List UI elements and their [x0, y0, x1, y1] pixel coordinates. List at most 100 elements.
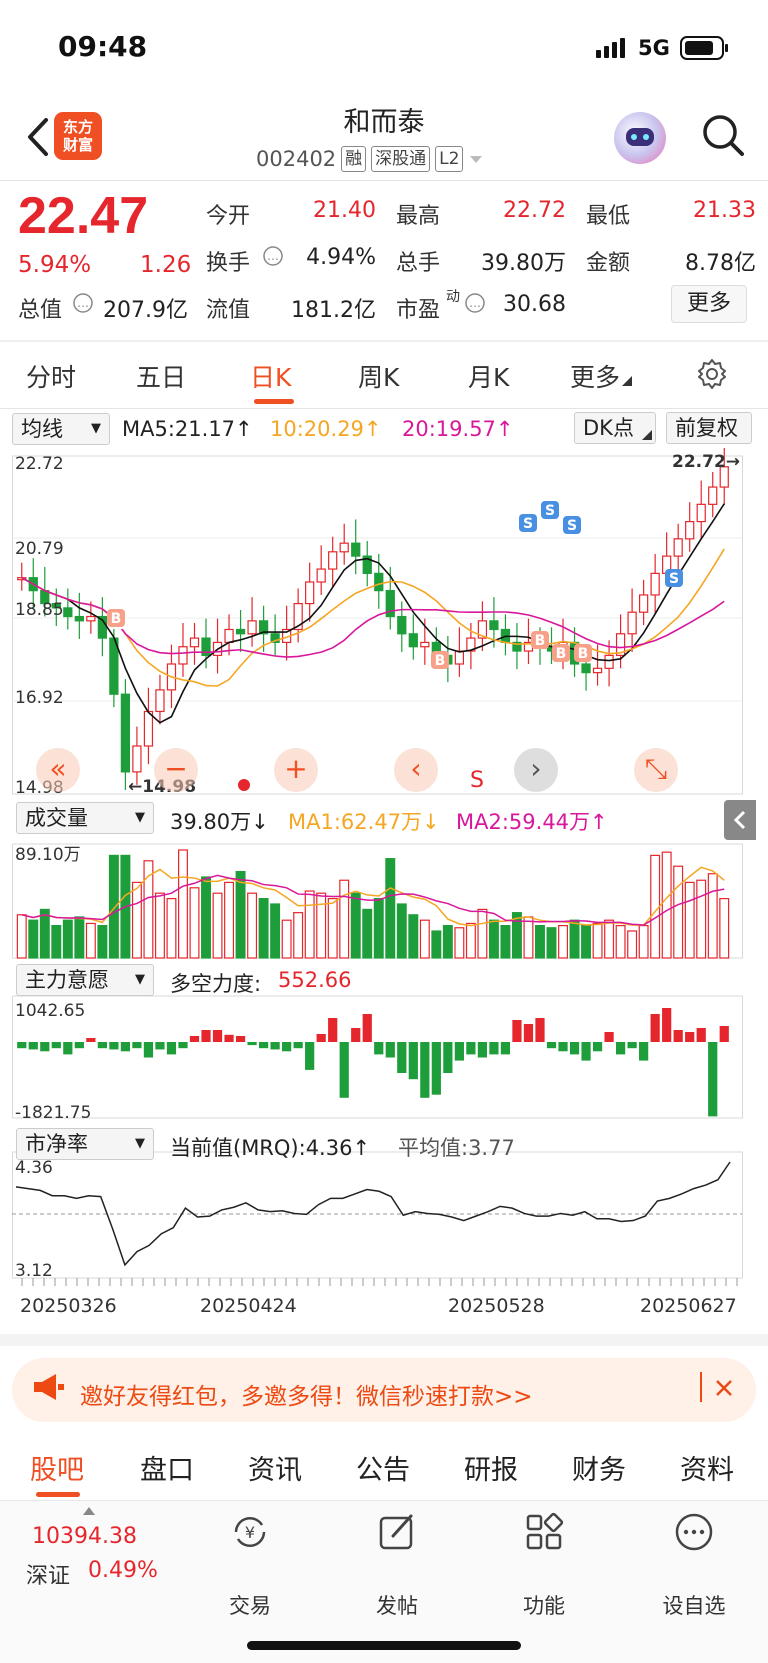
volume-bar — [477, 908, 488, 959]
tab-finance[interactable]: 财务 — [572, 1448, 626, 1487]
main-force-bar — [708, 1042, 718, 1117]
main-force-bar — [247, 1042, 257, 1046]
more-quote-button[interactable]: 更多 — [671, 285, 747, 323]
toolbar-add-watchlist[interactable]: 设自选 — [639, 1590, 749, 1620]
main-force-bar — [132, 1042, 142, 1049]
candle-body — [489, 620, 499, 631]
tab-announcements[interactable]: 公告 — [356, 1448, 410, 1487]
red-dot — [238, 779, 250, 791]
trade-icon: ¥ — [234, 1516, 266, 1548]
corner-triangle-icon — [622, 376, 633, 386]
change-amount: 1.26 — [140, 252, 192, 278]
indicator-select-volume[interactable]: 成交量 ▼ — [16, 802, 154, 834]
volume-bar — [350, 892, 361, 959]
kline-chart[interactable]: 自BBBBBSSSS 22.72 20.79 18.85 16.92 14.98… — [12, 448, 756, 1340]
main-force-bar — [362, 1014, 372, 1042]
volume-bar — [108, 854, 119, 959]
dropdown-arrow-icon: ▼ — [135, 1136, 145, 1151]
ma5-line — [21, 503, 725, 724]
volume-bar — [396, 903, 407, 959]
main-force-bar — [500, 1042, 511, 1055]
zoom-in-button[interactable]: + — [274, 748, 318, 792]
sell-marker: S — [567, 518, 577, 534]
main-force-bar — [604, 1032, 614, 1042]
tab-weekly-k[interactable]: 周K — [358, 358, 399, 394]
index-value[interactable]: 10394.38 — [32, 1524, 137, 1549]
adjust-button[interactable]: 前复权 — [666, 412, 752, 444]
main-force-bar — [627, 1042, 637, 1049]
side-panel-toggle[interactable] — [724, 800, 756, 840]
main-force-bar — [696, 1028, 706, 1042]
volume-bar — [293, 912, 304, 959]
tab-forum[interactable]: 股吧 — [30, 1448, 84, 1487]
tab-profile[interactable]: 资料 — [680, 1448, 734, 1487]
assistant-avatar[interactable] — [614, 112, 666, 164]
main-force-bar — [397, 1042, 407, 1073]
dropdown-arrow-icon: ▼ — [91, 421, 101, 436]
candle-body — [673, 538, 683, 557]
info-icon[interactable]: … — [262, 245, 284, 267]
info-icon[interactable]: … — [464, 292, 486, 314]
candle-body — [316, 568, 326, 583]
tab-five-day[interactable]: 五日 — [136, 358, 186, 394]
dk-point-button[interactable]: DK点 — [574, 412, 656, 444]
volume-ma2: MA2:59.44万↑ — [456, 810, 608, 834]
candle-body — [581, 663, 591, 674]
volume-bar — [604, 919, 615, 959]
main-force-bar — [97, 1042, 107, 1049]
candle-body — [374, 572, 384, 592]
pb-line — [15, 1161, 731, 1267]
main-force-bar — [178, 1042, 188, 1049]
volume-bar — [201, 876, 211, 959]
main-force-bars — [17, 1008, 729, 1117]
indicator-select-pb[interactable]: 市净率 ▼ — [16, 1128, 154, 1160]
tab-more[interactable]: 更多 — [570, 358, 633, 394]
divider — [0, 340, 768, 342]
volume-bar — [339, 879, 350, 959]
volume-bar — [373, 898, 384, 959]
tab-daily-k[interactable]: 日K — [250, 358, 291, 394]
main-force-bar — [431, 1042, 441, 1095]
stock-code: 002402 — [256, 147, 337, 171]
scroll-start-button[interactable]: « — [36, 748, 80, 792]
fullscreen-button[interactable]: ⤡ — [634, 748, 678, 792]
ma10-value: 10:20.29↑ — [270, 417, 382, 441]
info-icon[interactable]: … — [72, 292, 94, 314]
main-force-bar — [569, 1042, 580, 1055]
buy-marker: B — [435, 653, 446, 669]
tab-orderbook[interactable]: 盘口 — [140, 1448, 194, 1487]
toolbar-functions[interactable]: 功能 — [489, 1590, 599, 1620]
next-button[interactable]: › — [514, 748, 558, 792]
main-force-bar — [420, 1042, 430, 1098]
volume-bar — [270, 903, 281, 959]
indicator-select-ma[interactable]: 均线 ▼ — [12, 413, 110, 445]
volume-bar — [627, 930, 638, 959]
indicator-select-label: 主力意愿 — [25, 968, 109, 992]
prev-button[interactable]: ‹ — [394, 748, 438, 792]
tab-monthly-k[interactable]: 月K — [468, 358, 509, 394]
candle-body — [143, 710, 154, 747]
candle-body — [397, 615, 407, 635]
volume-bar — [546, 927, 557, 959]
zoom-out-button[interactable]: − — [154, 748, 198, 792]
volume-bar — [454, 927, 465, 959]
main-force-bar — [282, 1042, 292, 1052]
high-label: 最高 — [396, 204, 441, 229]
toolbar-trade[interactable]: 交易 — [195, 1590, 305, 1620]
battery-icon — [680, 36, 728, 60]
index-name: 深证 — [26, 1564, 71, 1589]
tab-intraday[interactable]: 分时 — [26, 358, 76, 394]
tab-research[interactable]: 研报 — [464, 1448, 518, 1487]
toolbar-post[interactable]: 发帖 — [342, 1590, 452, 1620]
tab-news[interactable]: 资讯 — [248, 1448, 302, 1487]
volume-bar — [304, 890, 315, 959]
pe-label: 市盈 — [396, 298, 441, 323]
settings-gear-icon[interactable] — [694, 356, 730, 392]
candle-body — [86, 615, 96, 622]
indicator-select-mainforce[interactable]: 主力意愿 ▼ — [16, 964, 154, 996]
main-force-bar — [293, 1042, 303, 1049]
main-force-bar — [40, 1042, 50, 1052]
close-icon[interactable] — [714, 1378, 734, 1398]
stock-code-row[interactable]: 002402 融 深股通 L2 — [256, 146, 484, 172]
search-icon[interactable] — [700, 112, 746, 158]
